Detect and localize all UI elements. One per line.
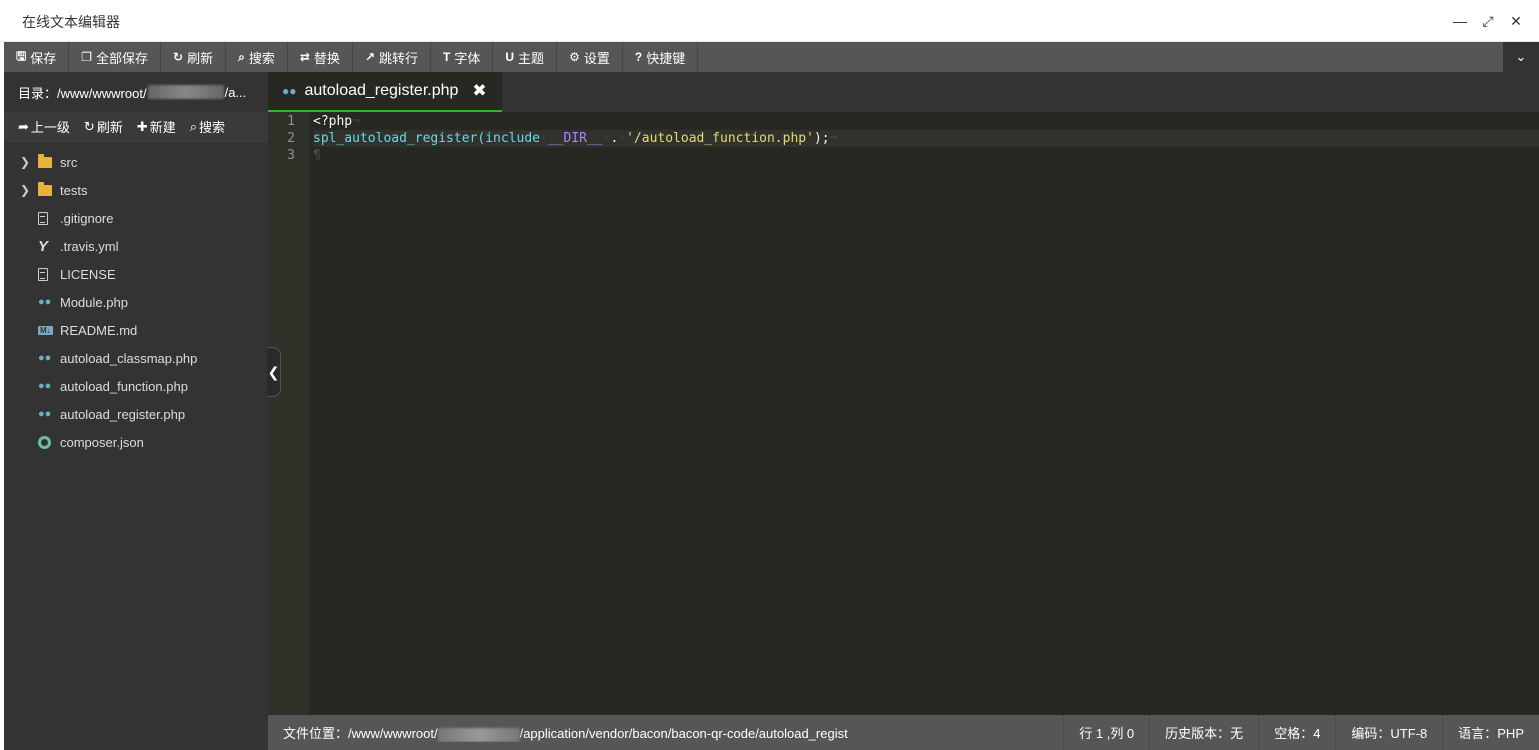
search-button[interactable]: ⌕ 搜索 [226,42,288,72]
history-version[interactable]: 历史版本：无 [1149,715,1258,750]
refresh-button[interactable]: ↻ 刷新 [161,42,227,72]
new-file-button[interactable]: ✚ 新建 [137,117,176,136]
save-all-icon: ❐ [81,50,93,64]
refresh-icon: ↻ [83,118,95,134]
line-gutter: 1 2 3 [268,112,309,715]
code-editor[interactable]: 1 2 3 <?php¬ spl_autoload_register(inclu… [268,112,1539,715]
tree-item-autoload-function[interactable]: ●● autoload_function.php [4,372,268,400]
php-icon: ●● [38,380,52,392]
tree-item-autoload-register[interactable]: ●● autoload_register.php [4,400,268,428]
cursor-position[interactable]: 行 1 ,列 0 [1063,715,1149,750]
close-icon[interactable]: ✕ [1507,12,1525,30]
replace-button[interactable]: ⇄ 替换 [288,42,353,72]
tree-item-travis-yml[interactable]: Y .travis.yml [4,232,268,260]
php-icon: ●● [38,296,52,308]
editor-app: 🖫 保存 ❐ 全部保存 ↻ 刷新 ⌕ 搜索 ⇄ 替换 ↗ 跳转行 T 字体 U 主题 ⚙ 设置 ?… [4,42,1539,750]
window-controls: — ⤢ ✕ [1451,12,1525,30]
tree-item-module-php[interactable]: ●● Module.php [4,288,268,316]
encoding-setting[interactable]: 编码：UTF-8 [1335,715,1442,750]
close-tab-icon[interactable]: ✖ [472,81,486,101]
window-titlebar: 在线文本编辑器 — ⤢ ✕ [0,0,1539,42]
file-sidebar: 目录：/www/wwwroot//a... ➦ 上一级 ↻ 刷新 ✚ 新建 ⌕ 搜索 ❯… [4,72,268,750]
tab-autoload-register[interactable]: ●● autoload_register.php ✖ [268,72,502,112]
code-content[interactable]: <?php¬ spl_autoload_register(include·__D… [313,113,1539,164]
up-level-button[interactable]: ➦ 上一级 [18,117,70,136]
code-line[interactable]: <?php¬ [313,113,1539,130]
refresh-icon: ↻ [173,50,184,64]
line-number: 3 [287,148,295,163]
redacted-segment [437,727,520,742]
php-icon: ●● [38,352,52,364]
chevron-left-icon: ❮ [267,363,280,380]
line-number: 1 [287,114,295,129]
php-icon: ●● [282,84,297,98]
editor-tabs: ●● autoload_register.php ✖ [268,72,1539,112]
tree-item-autoload-classmap[interactable]: ●● autoload_classmap.php [4,344,268,372]
plus-icon: ✚ [136,118,148,134]
status-bar: 文件位置：/www/wwwroot//application/vendor/ba… [268,715,1539,750]
php-icon: ●● [38,408,52,420]
maximize-icon[interactable]: ⤢ [1479,12,1497,30]
tree-item-license[interactable]: LICENSE [4,260,268,288]
pin-icon: ↗ [364,50,375,64]
help-icon: ? [634,50,643,64]
code-line[interactable]: spl_autoload_register(include·__DIR__·.·… [313,130,1539,147]
directory-path: 目录：/www/wwwroot//a... [18,84,247,101]
tree-item-tests[interactable]: ❯ tests [4,176,268,204]
chevron-right-icon[interactable]: ❯ [20,155,38,169]
settings-button[interactable]: ⚙ 设置 [557,42,623,72]
redacted-segment [147,85,224,99]
search-icon: ⌕ [238,49,245,64]
font-button[interactable]: T 字体 [431,42,494,72]
minimize-icon[interactable]: — [1451,12,1469,30]
up-icon: ➦ [18,118,29,134]
code-line[interactable]: ¶ [313,147,1539,164]
folder-icon [38,181,52,196]
toolbar: 🖫 保存 ❐ 全部保存 ↻ 刷新 ⌕ 搜索 ⇄ 替换 ↗ 跳转行 T 字体 U 主题 ⚙ 设置 ?… [4,42,1539,72]
chevron-right-icon[interactable]: ❯ [20,183,38,197]
file-location: 文件位置：/www/wwwroot//application/vendor/ba… [283,726,848,742]
indent-setting[interactable]: 空格：4 [1258,715,1335,750]
tab-label: autoload_register.php [304,82,459,99]
goto-line-button[interactable]: ↗ 跳转行 [353,42,432,72]
shortcuts-button[interactable]: ? 快捷键 [623,42,699,72]
gear-icon: ⚙ [569,50,580,64]
document-icon [38,211,48,225]
line-number: 2 [287,131,295,146]
language-setting[interactable]: 语言：PHP [1442,715,1539,750]
save-all-button[interactable]: ❐ 全部保存 [69,42,162,72]
tree-item-composer-json[interactable]: composer.json [4,428,268,456]
markdown-icon: M↓ [38,325,53,335]
replace-icon: ⇄ [299,50,310,64]
tree-item-gitignore[interactable]: .gitignore [4,204,268,232]
chevron-down-icon: ⌄ [1515,49,1527,64]
yaml-icon: Y [38,237,49,255]
sidebar-actions: ➦ 上一级 ↻ 刷新 ✚ 新建 ⌕ 搜索 [4,112,268,142]
sidebar-collapse-handle[interactable]: ❮ [267,347,281,397]
window-title: 在线文本编辑器 [22,14,120,30]
font-icon: T [443,50,451,64]
toolbar-toggle-button[interactable]: ⌄ [1503,42,1539,72]
file-tree: ❯ src ❯ tests .gitignore Y .travis.yml LICE… [4,142,268,456]
json-icon [38,435,51,449]
document-icon [38,267,48,281]
search-icon: ⌕ [189,118,198,134]
theme-button[interactable]: U 主题 [493,42,558,72]
tree-item-src[interactable]: ❯ src [4,148,268,176]
sidebar-search-button[interactable]: ⌕ 搜索 [190,117,225,136]
folder-icon [38,153,52,168]
theme-icon: U [505,50,515,64]
tree-item-readme-md[interactable]: M↓ README.md [4,316,268,344]
sidebar-refresh-button[interactable]: ↻ 刷新 [84,117,123,136]
save-icon: 🖫 [16,48,27,63]
save-button[interactable]: 🖫 保存 [4,42,70,72]
